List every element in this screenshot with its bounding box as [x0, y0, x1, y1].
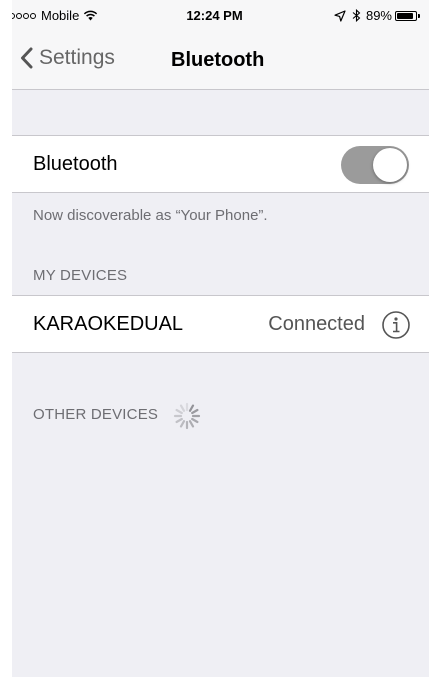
my-devices-header: MY DEVICES — [33, 267, 128, 284]
spinner-spoke — [191, 408, 199, 415]
spinner-spoke — [179, 404, 186, 412]
device-name: KARAOKEDUAL — [33, 313, 184, 335]
bottom-edge — [0, 677, 429, 687]
battery-percentage: 89% — [365, 8, 392, 23]
back-button[interactable]: Settings — [20, 46, 115, 70]
page-title: Bluetooth — [171, 49, 265, 71]
spinner-spoke — [191, 417, 199, 424]
bluetooth-toggle-row: Bluetooth — [0, 135, 429, 193]
device-row[interactable]: KARAOKEDUAL Connected — [0, 295, 429, 353]
spinner-spoke — [175, 408, 183, 415]
left-edge — [0, 0, 12, 687]
chevron-left-icon — [21, 47, 33, 69]
loading-spinner-icon — [173, 402, 201, 430]
bluetooth-icon — [352, 9, 361, 22]
spinner-spoke — [188, 420, 195, 428]
device-status: Connected — [268, 313, 365, 335]
spinner-spoke — [175, 417, 183, 424]
other-devices-header: OTHER DEVICES — [33, 406, 159, 423]
status-right: 89% — [334, 8, 420, 23]
battery-cap — [418, 13, 420, 18]
back-button-label: Settings — [39, 46, 115, 69]
battery-fill — [397, 12, 413, 19]
bluetooth-toggle[interactable] — [341, 146, 409, 184]
spinner-spoke — [188, 404, 195, 412]
spinner-spoke — [179, 420, 186, 428]
status-bar: Mobile 12:24 PM 89% — [0, 0, 429, 32]
location-arrow-icon — [334, 9, 346, 22]
toggle-knob — [373, 148, 407, 182]
bluetooth-label: Bluetooth — [33, 153, 118, 175]
info-icon[interactable] — [381, 310, 411, 340]
navigation-bar: Settings Bluetooth — [0, 32, 429, 90]
battery-icon — [395, 10, 420, 21]
discoverable-text: Now discoverable as “Your Phone”. — [33, 207, 268, 224]
bluetooth-settings-screen: Mobile 12:24 PM 89% Settings Bluetooth B… — [0, 0, 429, 687]
